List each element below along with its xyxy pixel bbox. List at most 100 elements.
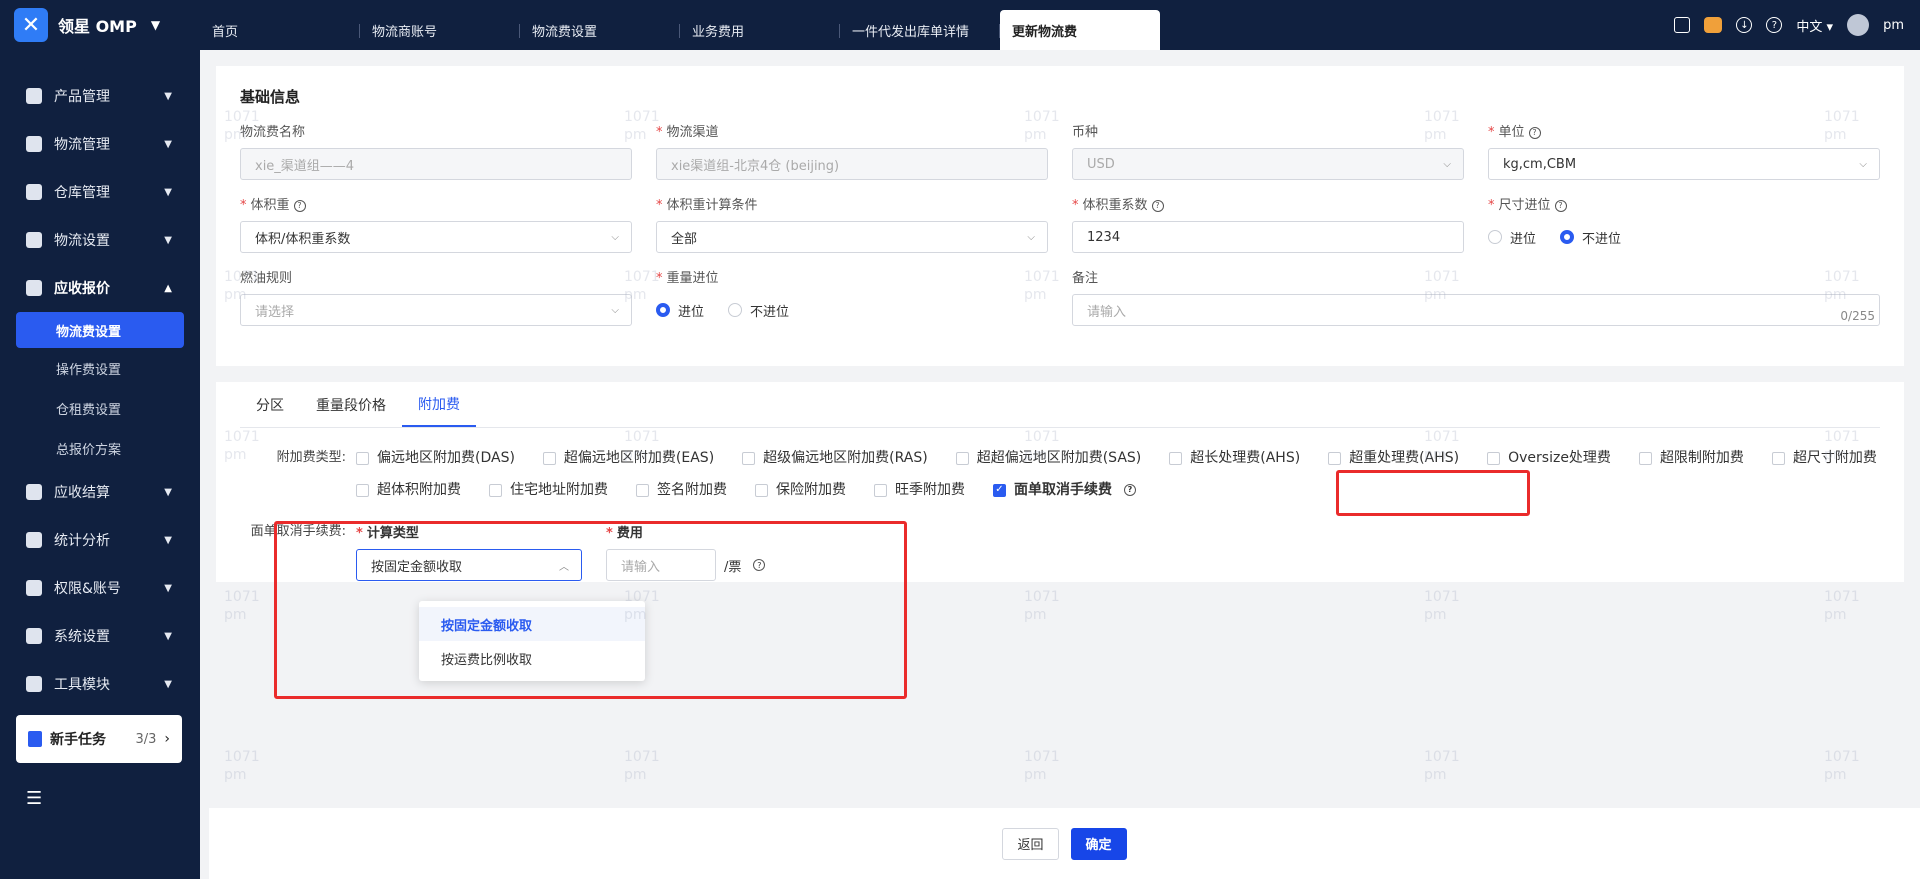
tab-update-logistics-fee[interactable]: 更新物流费 bbox=[1000, 10, 1160, 50]
chevron-right-icon: › bbox=[164, 731, 170, 747]
surcharge-signature-checkbox[interactable]: 签名附加费 bbox=[636, 480, 727, 500]
sidebar-subitem-logistics-fee[interactable]: 物流费设置 bbox=[16, 312, 184, 348]
check-icon: ✓ bbox=[993, 483, 1006, 497]
basic-info-card: 基础信息 物流费名称 xie_渠道组——4 * 物流渠道 xie渠道组-北京4仓 … bbox=[216, 66, 1904, 366]
sidebar-item-statistics[interactable]: 统计分析 ▼ bbox=[0, 516, 200, 564]
dollar-icon bbox=[26, 484, 42, 500]
app-name: 领星 OMP bbox=[58, 17, 137, 36]
surcharge-oversize-dim-checkbox[interactable]: 超尺寸附加费 bbox=[1771, 448, 1877, 468]
surcharge-ahs-length-checkbox[interactable]: 超长处理费(AHS) bbox=[1169, 448, 1300, 468]
sidebar-item-product[interactable]: 产品管理 ▼ bbox=[0, 72, 200, 120]
surcharge-peak-season-checkbox[interactable]: 旺季附加费 bbox=[874, 480, 965, 500]
back-button[interactable]: 返回 bbox=[1002, 827, 1059, 860]
volume-coefficient-input[interactable]: 1234 bbox=[1072, 221, 1464, 253]
sidebar-item-logistics-settings[interactable]: 物流设置 ▼ bbox=[0, 216, 200, 264]
language-select[interactable]: 中文 ▾ bbox=[1796, 16, 1833, 35]
field-size-rounding: * 尺寸进位? 进位 不进位 bbox=[1488, 198, 1622, 247]
remark-textarea[interactable]: 请输入 0/255 bbox=[1072, 294, 1880, 326]
sidebar-item-tools[interactable]: 工具模块 ▼ bbox=[0, 660, 200, 708]
chevron-down-icon: ▼ bbox=[164, 582, 172, 594]
sidebar-item-receivable-settlement[interactable]: 应收结算 ▼ bbox=[0, 468, 200, 516]
main-content: 基础信息 物流费名称 xie_渠道组——4 * 物流渠道 xie渠道组-北京4仓 … bbox=[216, 66, 1904, 582]
help-icon[interactable]: ? bbox=[1766, 17, 1783, 33]
currency-select: USD ⌵ bbox=[1072, 148, 1464, 180]
watermark: 1071 pm bbox=[1824, 589, 1860, 623]
field-volume-coefficient: * 体积重系数? 1234 bbox=[1072, 194, 1464, 253]
field-unit: * 单位? kg,cm,CBM ⌵ bbox=[1488, 121, 1880, 180]
surcharge-das-checkbox[interactable]: 偏远地区附加费(DAS) bbox=[356, 448, 515, 468]
chevron-down-icon: ▼ bbox=[164, 630, 172, 642]
download-icon[interactable]: ↓ bbox=[1736, 17, 1753, 33]
volume-weight-select[interactable]: 体积/体积重系数 ⌵ bbox=[240, 221, 632, 253]
confirm-button[interactable]: 确定 bbox=[1070, 827, 1127, 860]
truck-icon bbox=[26, 136, 42, 152]
surcharge-eas-checkbox[interactable]: 超偏远地区附加费(EAS) bbox=[542, 448, 714, 468]
highlight-box bbox=[1336, 470, 1530, 516]
tab-zones[interactable]: 分区 bbox=[240, 382, 300, 427]
task-icon bbox=[28, 731, 42, 747]
chevron-down-icon: ▼ bbox=[164, 138, 172, 150]
tab-carrier-account[interactable]: 物流商账号 bbox=[360, 10, 520, 50]
surcharge-insurance-checkbox[interactable]: 保险附加费 bbox=[755, 480, 846, 500]
user-name[interactable]: pm bbox=[1883, 18, 1904, 33]
fee-name-input: xie_渠道组——4 bbox=[240, 148, 632, 180]
app-logo-icon: ✕ bbox=[14, 8, 48, 42]
inbox-icon[interactable] bbox=[1674, 17, 1691, 33]
help-icon: ? bbox=[293, 199, 306, 212]
volume-condition-select[interactable]: 全部 ⌵ bbox=[656, 221, 1048, 253]
surcharge-residential-checkbox[interactable]: 住宅地址附加费 bbox=[489, 480, 608, 500]
tab-surcharge[interactable]: 附加费 bbox=[402, 382, 476, 427]
watermark: 1071 pm bbox=[224, 589, 260, 623]
sidebar-subitem-total-quote[interactable]: 总报价方案 bbox=[0, 428, 200, 468]
watermark: 1071 pm bbox=[624, 749, 660, 783]
size-no-round-radio[interactable]: 不进位 bbox=[1560, 228, 1621, 247]
chevron-down-icon: ⌵ bbox=[1443, 158, 1451, 170]
field-channel: * 物流渠道 xie渠道组-北京4仓 (beijing) bbox=[656, 121, 1048, 180]
chevron-down-icon: ⌵ bbox=[1859, 158, 1867, 170]
watermark: 1071 pm bbox=[1824, 749, 1860, 783]
surcharge-label-cancel-checkbox[interactable]: ✓ 面单取消手续费? bbox=[993, 480, 1136, 500]
highlight-box bbox=[274, 521, 907, 699]
size-round-up-radio[interactable]: 进位 bbox=[1488, 228, 1536, 247]
onboarding-task-card[interactable]: 新手任务 3/3 › bbox=[16, 715, 182, 763]
chevron-down-icon: ▼ bbox=[164, 486, 172, 498]
weight-no-round-radio[interactable]: 不进位 bbox=[728, 301, 789, 320]
field-weight-rounding: * 重量进位 进位 不进位 bbox=[656, 271, 790, 320]
sidebar-item-warehouse[interactable]: 仓库管理 ▼ bbox=[0, 168, 200, 216]
weight-round-up-radio[interactable]: 进位 bbox=[656, 301, 704, 320]
sidebar-item-system-settings[interactable]: 系统设置 ▼ bbox=[0, 612, 200, 660]
sidebar-item-logistics[interactable]: 物流管理 ▼ bbox=[0, 120, 200, 168]
unit-select[interactable]: kg,cm,CBM ⌵ bbox=[1488, 148, 1880, 180]
sidebar-subitem-operation-fee[interactable]: 操作费设置 bbox=[0, 348, 200, 388]
chevron-down-icon: ▼ bbox=[164, 534, 172, 546]
field-fee-name: 物流费名称 xie_渠道组——4 bbox=[240, 121, 632, 180]
surcharge-oversize-checkbox[interactable]: Oversize处理费 bbox=[1487, 448, 1611, 468]
sidebar-item-receivable-quote[interactable]: 应收报价 ▲ bbox=[0, 264, 200, 312]
surcharge-sas-checkbox[interactable]: 超超偏远地区附加费(SAS) bbox=[955, 448, 1141, 468]
wrench-icon bbox=[26, 676, 42, 692]
field-volume-condition: * 体积重计算条件 全部 ⌵ bbox=[656, 194, 1048, 253]
sidebar-subitem-storage-fee[interactable]: 仓租费设置 bbox=[0, 388, 200, 428]
chart-icon bbox=[26, 532, 42, 548]
fuel-rule-select[interactable]: 请选择 ⌵ bbox=[240, 294, 632, 326]
watermark: 1071 pm bbox=[1024, 749, 1060, 783]
surcharge-overlimit-checkbox[interactable]: 超限制附加费 bbox=[1638, 448, 1744, 468]
chevron-down-icon: ▼ bbox=[164, 186, 172, 198]
chevron-down-icon: ▼ bbox=[164, 234, 172, 246]
sidebar-item-permissions[interactable]: 权限&账号 ▼ bbox=[0, 564, 200, 612]
tab-business-fees[interactable]: 业务费用 bbox=[680, 10, 840, 50]
tab-dropship-outbound-detail[interactable]: 一件代发出库单详情 bbox=[840, 10, 1000, 50]
surcharge-overvolume-checkbox[interactable]: 超体积附加费 bbox=[356, 480, 461, 500]
collapse-menu-icon[interactable]: ☰ bbox=[26, 788, 42, 809]
avatar[interactable] bbox=[1847, 14, 1870, 36]
tab-weight-price[interactable]: 重量段价格 bbox=[300, 382, 402, 427]
surcharge-ras-checkbox[interactable]: 超级偏远地区附加费(RAS) bbox=[742, 448, 928, 468]
robot-icon[interactable] bbox=[1704, 17, 1723, 33]
tab-logistics-fee-settings[interactable]: 物流费设置 bbox=[520, 10, 680, 50]
chevron-down-icon: ▼ bbox=[164, 90, 172, 102]
surcharge-ahs-weight-checkbox[interactable]: 超重处理费(AHS) bbox=[1328, 448, 1459, 468]
tab-home[interactable]: 首页 bbox=[200, 10, 360, 50]
watermark: 1071 pm bbox=[224, 749, 260, 783]
surcharge-types: 附加费类型: 偏远地区附加费(DAS) 超偏远地区附加费(EAS) 超级偏远地区… bbox=[276, 448, 1877, 500]
app-switcher[interactable]: ✕ 领星 OMP ▼ bbox=[0, 0, 200, 50]
